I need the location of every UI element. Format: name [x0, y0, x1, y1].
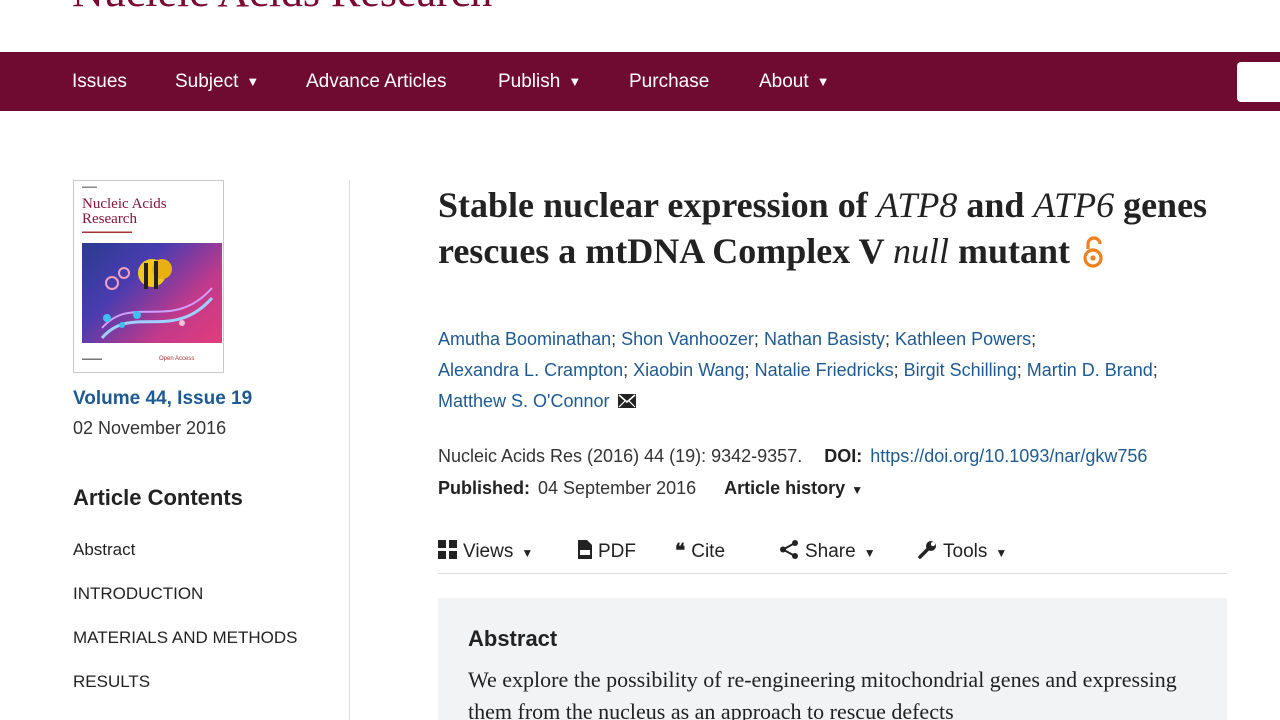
article-history-toggle[interactable]: Article history ▼ — [724, 478, 863, 498]
open-access-icon — [1082, 234, 1104, 268]
pdf-label: PDF — [598, 541, 636, 562]
author-link[interactable]: Kathleen Powers — [895, 329, 1031, 349]
author-separator: ; — [893, 360, 899, 380]
column-divider — [349, 180, 350, 720]
caret-down-icon: ▼ — [568, 74, 582, 89]
published-line: Published: 04 September 2016 Article histo… — [438, 478, 863, 499]
title-text: mutant — [949, 231, 1071, 271]
author-separator: ; — [885, 329, 891, 349]
masthead: Nucleic Acids Research — [0, 0, 1280, 52]
article-title: Stable nuclear expression of ATP8 and AT… — [438, 182, 1238, 274]
nav-item-label: Publish — [498, 71, 561, 92]
nav-item-issues[interactable]: Issues — [72, 52, 127, 111]
share-label: Share — [805, 541, 856, 562]
author-link[interactable]: Amutha Boominathan — [438, 329, 611, 349]
author-link[interactable]: Xiaobin Wang — [633, 360, 744, 380]
nav-item-label: Subject — [175, 71, 239, 92]
grid-icon — [438, 540, 457, 559]
main-nav: Issues Subject ▼ Advance Articles Publish… — [0, 52, 1280, 111]
cover-illustration — [100, 259, 214, 339]
author-link[interactable]: Birgit Schilling — [904, 360, 1017, 380]
author-separator: ; — [1031, 329, 1037, 349]
toc-item-results[interactable]: RESULTS — [73, 672, 150, 692]
wrench-icon — [918, 541, 936, 559]
author-separator: ; — [611, 329, 617, 349]
site-name[interactable]: Nucleic Acids Research — [72, 0, 492, 17]
nav-item-subject[interactable]: Subject ▼ — [175, 52, 259, 111]
author-link[interactable]: Matthew S. O'Connor — [438, 391, 610, 411]
caret-down-icon: ▼ — [863, 546, 876, 560]
nav-item-label: Purchase — [629, 71, 710, 92]
cover-artwork — [82, 243, 222, 343]
pdf-icon — [578, 540, 592, 559]
doi-link[interactable]: https://doi.org/10.1093/nar/gkw756 — [870, 446, 1147, 466]
cover-open-access-label: Open Access — [159, 356, 195, 362]
title-gene-atp6: ATP6 — [1033, 185, 1115, 225]
issue-volume-link[interactable]: Volume 44, Issue 19 — [73, 388, 252, 410]
author-link[interactable]: Alexandra L. Crampton — [438, 360, 623, 380]
search-input[interactable] — [1237, 62, 1280, 102]
cover-publisher-mark: ▬▬▬ — [82, 184, 97, 190]
cite-button[interactable]: ❝ Cite — [675, 540, 725, 563]
caret-down-icon: ▼ — [816, 74, 830, 89]
article-contents-heading: Article Contents — [73, 485, 243, 510]
caret-down-icon: ▼ — [995, 546, 1008, 560]
author-link[interactable]: Natalie Friedricks — [755, 360, 894, 380]
toc-item-abstract[interactable]: Abstract — [73, 540, 135, 560]
cover-volume-line: ▬▬▬▬▬▬▬▬▬▬ — [82, 229, 132, 235]
title-text: and — [957, 185, 1034, 225]
pdf-button[interactable]: PDF — [578, 540, 636, 563]
published-label: Published: — [438, 478, 531, 498]
nav-item-label: Advance Articles — [306, 71, 447, 92]
tools-label: Tools — [943, 541, 988, 562]
abstract-section: Abstract We explore the possibility of r… — [438, 598, 1227, 720]
citation-text: Nucleic Acids Res (2016) 44 (19): 9342-9… — [438, 446, 803, 466]
doi-label: DOI: — [824, 446, 863, 466]
cover-journal-title: Nucleic Acids Research — [82, 196, 167, 227]
share-icon — [780, 540, 798, 559]
title-gene-atp8: ATP8 — [876, 185, 958, 225]
cite-label: Cite — [691, 541, 726, 562]
author-link[interactable]: Shon Vanhoozer — [621, 329, 754, 349]
citation-line: Nucleic Acids Res (2016) 44 (19): 9342-9… — [438, 446, 1147, 467]
nav-item-purchase[interactable]: Purchase — [629, 52, 709, 111]
caret-down-icon: ▼ — [246, 74, 260, 89]
abstract-heading: Abstract — [468, 626, 558, 651]
author-link[interactable]: Martin D. Brand — [1027, 360, 1153, 380]
author-separator: ; — [1016, 360, 1022, 380]
nav-item-advance-articles[interactable]: Advance Articles — [306, 52, 446, 111]
author-separator: ; — [744, 360, 750, 380]
share-button[interactable]: Share ▼ — [779, 540, 876, 563]
article-toolbar: Views ▼ PDF ❝ Cite Share ▼ Tools ▼ — [438, 536, 1227, 574]
author-separator: ; — [753, 329, 759, 349]
toc-item-introduction[interactable]: INTRODUCTION — [73, 584, 203, 604]
author-list: Amutha Boominathan; Shon Vanhoozer; Nath… — [438, 324, 1228, 417]
abstract-text: We explore the possibility of re-enginee… — [468, 667, 1177, 720]
published-date: 04 September 2016 — [538, 478, 697, 498]
issue-date: 02 November 2016 — [73, 418, 227, 438]
author-link[interactable]: Nathan Basisty — [764, 329, 885, 349]
views-label: Views — [463, 541, 514, 562]
quote-icon: ❝ — [675, 540, 686, 562]
journal-cover-image[interactable]: ▬▬▬ Nucleic Acids Research ▬▬▬▬▬▬▬▬▬▬ ▬▬… — [73, 180, 224, 373]
tools-button[interactable]: Tools ▼ — [918, 540, 1007, 563]
cover-publisher-logo: ▬▬▬▬ — [82, 356, 102, 362]
caret-down-icon: ▼ — [521, 546, 534, 560]
views-button[interactable]: Views ▼ — [438, 540, 533, 563]
toc-item-materials-and-methods[interactable]: MATERIALS AND METHODS — [73, 628, 298, 648]
nav-item-about[interactable]: About ▼ — [759, 52, 830, 111]
caret-down-icon: ▼ — [851, 483, 864, 497]
article-history-label: Article history — [724, 478, 846, 498]
author-separator: ; — [1152, 360, 1158, 380]
title-text: Stable nuclear expression of — [438, 185, 877, 225]
nav-item-publish[interactable]: Publish ▼ — [498, 52, 581, 111]
envelope-icon[interactable] — [617, 387, 636, 408]
author-separator: ; — [623, 360, 629, 380]
nav-item-label: About — [759, 71, 809, 92]
title-null: null — [892, 231, 949, 271]
nav-item-label: Issues — [72, 71, 127, 92]
